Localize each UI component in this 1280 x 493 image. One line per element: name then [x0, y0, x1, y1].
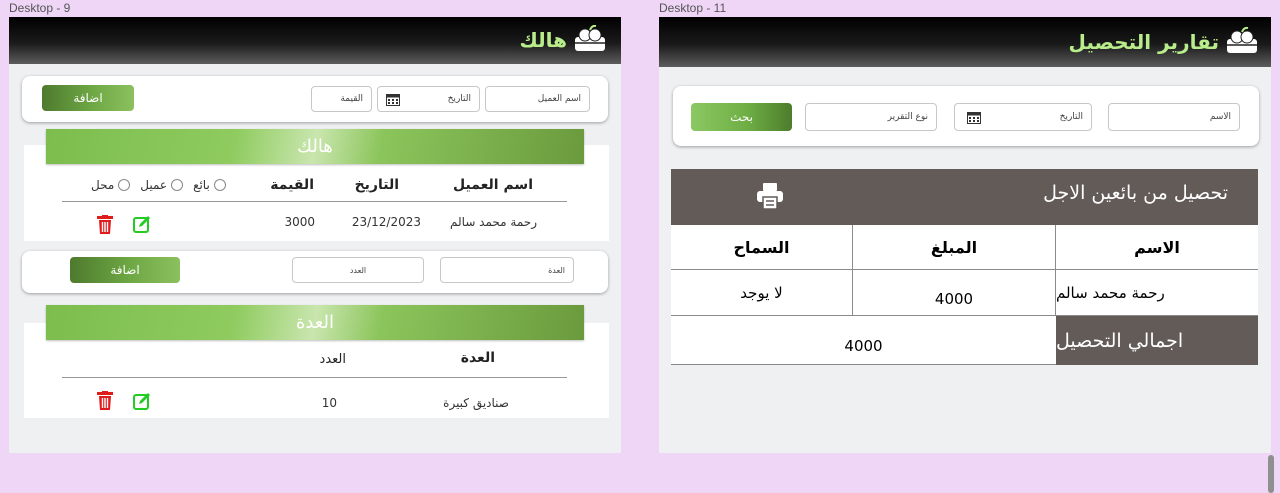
total-value: 4000 — [671, 316, 1056, 365]
customer-type-radio-group: بائع عميل محل — [91, 178, 226, 192]
frame-label-desktop-9: Desktop - 9 — [9, 1, 71, 15]
customer-name-input[interactable]: اسم العميل — [485, 86, 590, 112]
calendar-icon[interactable] — [386, 93, 400, 109]
cell-equipment: صناديق كبيرة — [443, 396, 509, 410]
column-header-count: العدد — [319, 352, 346, 367]
calendar-icon[interactable] — [967, 111, 981, 127]
printer-icon[interactable] — [755, 182, 785, 214]
brand: تقارير التحصيل — [1068, 27, 1259, 57]
scrollbar-thumb[interactable] — [1268, 455, 1274, 493]
report-title: تحصيل من بائعين الاجل — [1043, 182, 1228, 204]
value-input[interactable]: القيمة — [311, 86, 372, 112]
add-loss-form: اسم العميل التاريخ القيمة اضافة — [22, 76, 608, 122]
cell-value: 3000 — [284, 215, 315, 229]
date-input[interactable]: التاريخ — [377, 86, 480, 112]
report-type-input[interactable]: نوع التقرير — [805, 103, 937, 131]
date-input[interactable]: التاريخ — [954, 103, 1092, 131]
equipment-input[interactable]: العدة — [440, 257, 574, 283]
column-header-amount: المبلغ — [853, 225, 1056, 270]
column-header-allowance: السماح — [671, 225, 853, 270]
date-input-placeholder: التاريخ — [1059, 112, 1083, 122]
edit-icon[interactable] — [133, 215, 151, 237]
add-equipment-button[interactable]: اضافة — [70, 257, 180, 283]
delete-icon[interactable] — [97, 391, 113, 414]
name-input[interactable]: الاسم — [1108, 103, 1240, 131]
column-header-value: القيمة — [270, 177, 314, 193]
cell-date: 23/12/2023 — [351, 215, 421, 229]
equipment-section-header: العدة — [46, 305, 584, 340]
logo-icon — [1225, 27, 1259, 57]
cell-amount: 4000 — [853, 270, 1056, 316]
edit-icon[interactable] — [133, 392, 151, 414]
column-header-equipment: العدة — [460, 350, 495, 366]
brand: هالك — [519, 25, 607, 55]
table-divider — [62, 201, 567, 202]
column-header-customer: اسم العميل — [453, 177, 533, 193]
column-header-name: الاسم — [1056, 225, 1258, 270]
add-equipment-form: العدة العدد اضافة — [22, 251, 608, 293]
top-bar: تقارير التحصيل — [659, 17, 1271, 67]
radio-shop[interactable]: محل — [91, 178, 131, 192]
date-input-placeholder: التاريخ — [447, 94, 471, 104]
desktop-11-frame: تقارير التحصيل الاسم التاريخ نوع التقرير… — [659, 17, 1271, 453]
cell-count: 10 — [321, 396, 337, 410]
count-input[interactable]: العدد — [292, 257, 424, 283]
logo-icon — [573, 25, 607, 55]
top-bar: هالك — [9, 17, 621, 64]
page-title: هالك — [519, 28, 567, 52]
report-header: تحصيل من بائعين الاجل — [671, 169, 1258, 225]
add-loss-button[interactable]: اضافة — [42, 85, 134, 111]
delete-icon[interactable] — [97, 215, 113, 238]
report-search-form: الاسم التاريخ نوع التقرير بحث — [673, 86, 1259, 146]
cell-allowance: لا يوجد — [671, 270, 853, 316]
loss-section-header: هالك — [46, 129, 584, 164]
radio-seller[interactable]: بائع — [193, 178, 226, 192]
cell-customer: رحمة محمد سالم — [450, 215, 537, 229]
search-button[interactable]: بحث — [691, 103, 792, 131]
cell-name: رحمة محمد سالم — [1056, 270, 1258, 316]
table-divider — [62, 377, 567, 378]
column-header-date: التاريخ — [354, 177, 399, 193]
total-label: اجمالي التحصيل — [1056, 316, 1258, 365]
frame-label-desktop-11: Desktop - 11 — [659, 1, 727, 15]
radio-customer[interactable]: عميل — [140, 178, 184, 192]
page-title: تقارير التحصيل — [1068, 30, 1219, 54]
desktop-9-frame: هالك اسم العميل التاريخ القيمة اضافة هال… — [9, 17, 621, 453]
